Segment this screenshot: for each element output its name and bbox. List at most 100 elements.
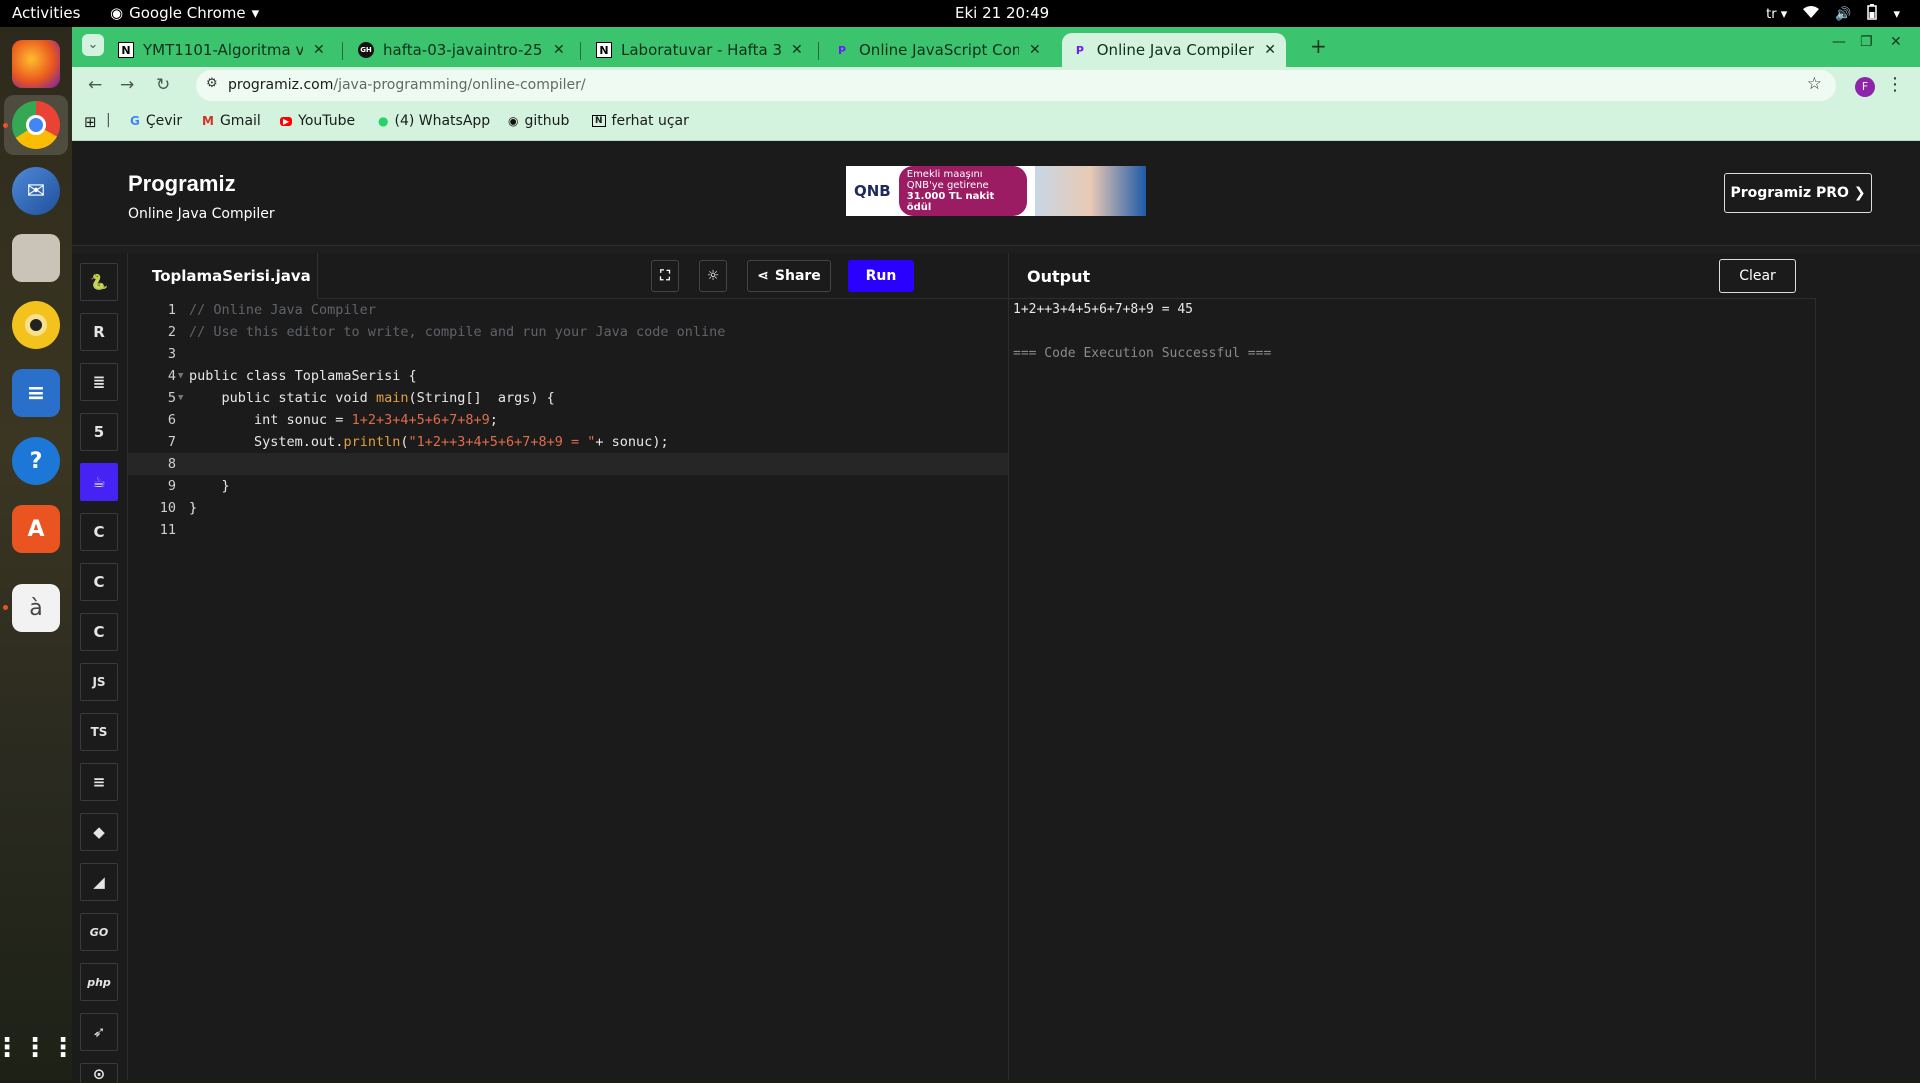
activities-button[interactable]: Activities <box>12 4 80 22</box>
forward-icon[interactable]: → <box>120 75 134 95</box>
new-tab-button[interactable]: + <box>1310 34 1327 58</box>
close-tab-icon[interactable]: ✕ <box>1029 42 1041 58</box>
browser-menu-icon[interactable]: ⋮ <box>1886 74 1904 95</box>
bookmark-whatsapp[interactable]: ● (4) WhatsApp <box>378 113 490 129</box>
code-line: 9 } <box>167 478 230 494</box>
code-editor[interactable]: 1// Online Java Compiler 2// Use this ed… <box>128 299 1008 1080</box>
fold-arrow-icon[interactable]: ▼ <box>178 387 183 409</box>
github-icon: ◉ <box>508 114 519 128</box>
theme-toggle-icon[interactable]: ☼ <box>699 260 727 292</box>
app-grid-icon[interactable]: ⋮⋮⋮ <box>0 1024 76 1072</box>
system-tray[interactable]: tr ▾ 🔊 ▾ <box>1766 4 1900 24</box>
tab-title: hafta-03-javaintro-2505 <box>383 41 543 59</box>
kotlin-icon[interactable]: ◢ <box>80 863 118 901</box>
rust-icon[interactable]: ≡ <box>80 763 118 801</box>
bookmark-star-icon[interactable]: ☆ <box>1807 74 1822 94</box>
profile-avatar[interactable]: F <box>1855 77 1875 97</box>
notion-icon: N <box>118 42 134 58</box>
programiz-header: Programiz Online Java Compiler QNB Emekl… <box>72 141 1920 246</box>
clock[interactable]: Eki 21 20:49 <box>955 4 1049 22</box>
address-bar[interactable]: ⚙ programiz.com/java-programming/online-… <box>196 70 1836 101</box>
firefox-icon[interactable] <box>12 40 60 88</box>
javascript-icon[interactable]: JS <box>80 663 118 701</box>
text-editor-icon[interactable]: à <box>12 584 60 632</box>
c-language-icon[interactable]: C <box>80 513 118 551</box>
tab-github-hafta[interactable]: GH hafta-03-javaintro-2505 ✕ <box>348 33 575 67</box>
clear-button[interactable]: Clear <box>1719 259 1796 293</box>
app-menu[interactable]: ◉ Google Chrome ▾ <box>110 4 259 22</box>
java-icon[interactable]: ☕ <box>80 463 118 501</box>
volume-icon: 🔊 <box>1835 6 1852 22</box>
bookmark-youtube[interactable]: ▶ YouTube <box>280 113 355 129</box>
csharp-icon[interactable]: C <box>80 613 118 651</box>
language-sidebar: 🐍 R ≣ 5 ☕ C C C JS TS ≡ ◆ ◢ GO php ➶ ⊙ <box>72 253 128 1083</box>
battery-icon <box>1867 4 1878 24</box>
cpp-icon[interactable]: C <box>80 563 118 601</box>
tab-separator <box>818 42 819 60</box>
tab-algoritma[interactable]: N YMT1101-Algoritma ve P ✕ <box>108 33 335 67</box>
close-tab-icon[interactable]: ✕ <box>313 42 325 58</box>
ad-bank-name: QNB <box>854 182 891 200</box>
bookmark-ferhat[interactable]: Nferhat uçar <box>592 113 689 129</box>
sql-icon[interactable]: ≣ <box>80 363 118 401</box>
file-tab[interactable]: ToplamaSerisi.java <box>128 253 318 299</box>
fold-arrow-icon[interactable]: ▼ <box>178 365 183 387</box>
bookmarks-bar: ⊞ | G Çevir M Gmail ▶ YouTube ● (4) WhatsApp… <box>72 103 1920 141</box>
code-line: 1// Online Java Compiler <box>167 302 376 318</box>
close-tab-icon[interactable]: ✕ <box>1264 42 1276 58</box>
keyboard-layout[interactable]: tr ▾ <box>1766 7 1787 22</box>
site-info-icon[interactable]: ⚙ <box>206 76 218 91</box>
more-languages-icon[interactable]: ⊙ <box>80 1063 118 1083</box>
fullscreen-icon[interactable]: ⛶ <box>651 260 679 292</box>
ad-photo <box>1034 166 1146 216</box>
php-icon[interactable]: php <box>80 963 118 1001</box>
restore-icon[interactable]: ❐ <box>1860 34 1873 50</box>
bookmark-github[interactable]: ◉ github <box>508 113 569 129</box>
share-icon: ⋖ <box>757 268 769 284</box>
minimize-icon[interactable]: — <box>1832 34 1846 50</box>
tab-laboratuvar[interactable]: N Laboratuvar - Hafta 3 ✕ <box>586 33 813 67</box>
reload-icon[interactable]: ↻ <box>156 75 170 95</box>
wifi-icon <box>1803 5 1820 23</box>
writer-icon[interactable]: ≡ <box>12 369 60 417</box>
bookmark-cevir[interactable]: G Çevir <box>130 113 182 129</box>
share-button[interactable]: ⋖ Share <box>747 260 831 292</box>
programiz-pro-button[interactable]: Programiz PRO ❯ <box>1724 173 1872 213</box>
typescript-icon[interactable]: TS <box>80 713 118 751</box>
code-line: 11 <box>159 522 176 538</box>
software-icon[interactable]: A <box>12 505 60 553</box>
chrome-icon[interactable] <box>12 101 60 149</box>
back-icon[interactable]: ← <box>88 75 102 95</box>
programiz-logo[interactable]: Programiz <box>128 171 236 197</box>
advertisement-banner[interactable]: QNB Emekli maaşını QNB'ye getirene 31.00… <box>846 166 1146 216</box>
tab-search-chevron-icon[interactable]: ⌄ <box>82 34 104 56</box>
swift-icon[interactable]: ➶ <box>80 1013 118 1051</box>
rhythmbox-icon[interactable] <box>12 301 60 349</box>
bookmark-gmail[interactable]: M Gmail <box>202 113 261 129</box>
tab-strip: ⌄ N YMT1101-Algoritma ve P ✕ GH hafta-03… <box>72 27 1920 67</box>
output-line: 1+2++3+4+5+6+7+8+9 = 45 <box>1013 302 1194 317</box>
go-icon[interactable]: GO <box>80 913 118 951</box>
python-icon[interactable]: 🐍 <box>80 263 118 301</box>
r-language-icon[interactable]: R <box>80 313 118 351</box>
gmail-icon: M <box>202 114 214 128</box>
dock: ✉ ≡ ? A à ⋮⋮⋮ <box>0 27 76 1080</box>
code-line: 7 System.out.println("1+2++3+4+5+6+7+8+9… <box>167 434 669 450</box>
dart-icon[interactable]: ◆ <box>80 813 118 851</box>
code-line: 10} <box>159 500 198 516</box>
help-icon[interactable]: ? <box>12 437 60 485</box>
tab-online-java[interactable]: P Online Java Compiler - P ✕ <box>1062 33 1286 67</box>
run-button[interactable]: Run <box>848 260 914 292</box>
apps-grid-icon[interactable]: ⊞ <box>84 113 97 131</box>
close-tab-icon[interactable]: ✕ <box>791 42 803 58</box>
tab-online-javascript[interactable]: P Online JavaScript Compi ✕ <box>824 33 1051 67</box>
code-line: 5 ▼ public static void main(String[] args… <box>128 387 1008 409</box>
html-icon[interactable]: 5 <box>80 413 118 451</box>
programiz-icon: P <box>1075 43 1084 57</box>
close-window-icon[interactable]: ✕ <box>1890 34 1902 50</box>
thunderbird-icon[interactable]: ✉ <box>12 167 60 215</box>
youtube-icon: ▶ <box>280 116 293 126</box>
translate-icon: G <box>130 114 140 128</box>
files-icon[interactable] <box>12 234 60 282</box>
close-tab-icon[interactable]: ✕ <box>553 42 565 58</box>
